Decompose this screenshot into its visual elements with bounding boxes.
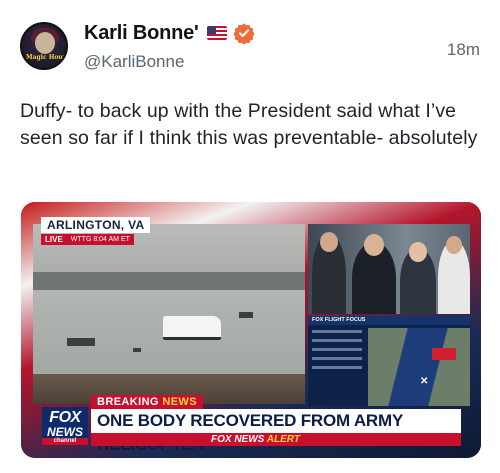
us-flag-icon — [206, 26, 227, 40]
fox-news-alert-bar: FOX NEWS ALERT — [91, 433, 461, 446]
breaking-news-tag: BREAKING NEWS — [91, 395, 203, 409]
rescue-boat — [163, 316, 221, 340]
post-media-image[interactable]: ARLINGTON, VA LIVE WTTG 8:04 AM ET FOX F… — [21, 202, 481, 458]
flight-map-panel: FOX FLIGHT FOCUS ✕ — [308, 316, 470, 406]
chyron-headline: ONE BODY RECOVERED FROM ARMY HELICOPTER — [91, 409, 461, 454]
crash-marker-icon: ✕ — [420, 376, 429, 387]
river-scene — [33, 224, 305, 404]
fox-news-logo: FOX NEWS channel — [42, 407, 88, 445]
location-title: ARLINGTON, VA — [41, 217, 151, 233]
small-boat — [133, 348, 141, 352]
small-boat — [239, 312, 253, 318]
map-stats — [312, 330, 362, 375]
post-card[interactable]: Magic Hour Karli Bonne' @KarliBonne 18m … — [0, 0, 500, 473]
post-text: Duffy- to back up with the President sai… — [20, 100, 478, 149]
small-boat — [67, 338, 95, 346]
live-tag: LIVE — [41, 234, 67, 245]
press-conference-panel — [308, 224, 470, 314]
live-meta: WTTG 8:04 AM ET — [66, 234, 134, 245]
map-area: ✕ — [368, 328, 470, 406]
author-display-name[interactable]: Karli Bonne' — [84, 22, 199, 45]
author-handle[interactable]: @KarliBonne — [84, 52, 184, 72]
avatar-logo-text: Magic Hour — [26, 54, 66, 61]
author-name-row: Karli Bonne' — [84, 20, 255, 46]
map-header: FOX FLIGHT FOCUS — [308, 316, 470, 325]
location-bug: ARLINGTON, VA LIVE WTTG 8:04 AM ET — [41, 216, 271, 245]
verified-badge-icon — [232, 23, 255, 44]
post-timestamp[interactable]: 18m — [447, 40, 480, 60]
avatar[interactable]: Magic Hour — [20, 22, 68, 70]
avatar-face — [35, 32, 55, 54]
